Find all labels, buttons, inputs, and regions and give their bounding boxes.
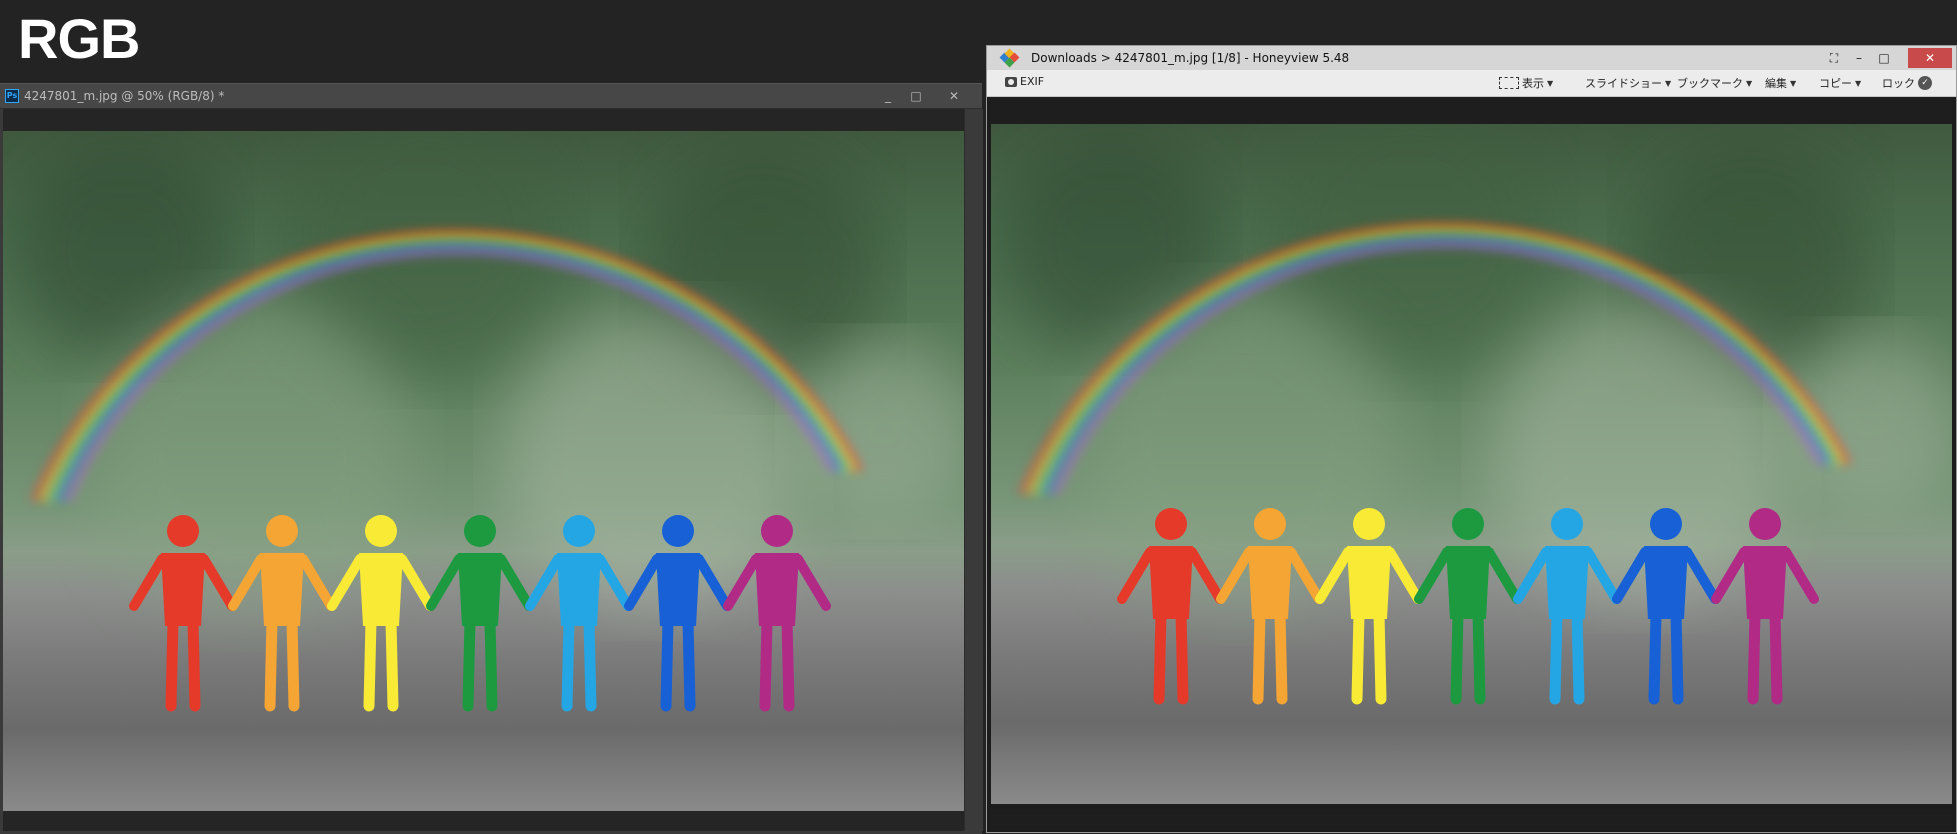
camera-icon [1005,76,1017,87]
photoshop-document-title: 4247801_m.jpg @ 50% (RGB/8) * [24,89,225,103]
photo-scene [13,131,964,712]
rgb-label: RGB [18,7,140,70]
lock-button[interactable]: ロック ✓ [1882,75,1932,91]
minimize-button[interactable]: _ [877,87,899,105]
edit-menu[interactable]: 編集 ▼ [1765,75,1796,91]
fullscreen-button[interactable]: ⛶ [1822,48,1846,68]
photo-canvas[interactable] [991,124,1952,804]
photoshop-window: Ps 4247801_m.jpg @ 50% (RGB/8) * _ □ ✕ [0,83,983,834]
copy-menu[interactable]: コピー ▼ [1819,75,1861,91]
display-size-icon [1499,77,1519,89]
honeyview-logo-icon [999,48,1020,68]
paper-figure [426,515,534,712]
chevron-down-icon: ▼ [1790,78,1797,88]
canvas-padding-bottom [991,809,1952,831]
photo-canvas[interactable] [3,131,964,811]
honeyview-title: Downloads > 4247801_m.jpg [1/8] - Honeyv… [1031,51,1350,65]
slideshow-label: スライドショー [1585,77,1662,90]
chevron-down-icon: ▼ [1855,78,1862,88]
paper-figure [1414,508,1522,705]
slideshow-menu[interactable]: スライドショー ▼ [1585,75,1671,91]
minimize-button[interactable]: – [1847,48,1871,68]
honeyview-window: Downloads > 4247801_m.jpg [1/8] - Honeyv… [986,45,1957,833]
honeyview-toolbar: EXIF 表示 ▼ スライドショー ▼ ブックマーク ▼ 編集 ▼ コピー ▼ … [987,70,1956,97]
bookmark-label: ブックマーク [1677,77,1743,90]
lock-label: ロック [1882,77,1915,90]
chevron-down-icon: ▼ [1746,78,1753,88]
photoshop-app-icon: Ps [5,89,19,103]
display-menu[interactable]: 表示 ▼ [1499,75,1553,91]
chevron-down-icon: ▼ [1665,78,1672,88]
check-icon: ✓ [1918,76,1932,90]
exif-button[interactable]: EXIF [1005,75,1044,88]
copy-label: コピー [1819,77,1852,90]
bookmark-menu[interactable]: ブックマーク ▼ [1677,75,1752,91]
close-button[interactable]: ✕ [1908,48,1952,68]
photo-scene [1001,124,1952,705]
exif-label: EXIF [1020,75,1045,88]
edit-label: 編集 [1765,77,1787,90]
canvas-padding-top [3,109,964,131]
photoshop-titlebar[interactable]: Ps 4247801_m.jpg @ 50% (RGB/8) * _ □ ✕ [0,84,982,109]
display-label: 表示 [1522,77,1544,90]
close-button[interactable]: ✕ [943,87,965,105]
vertical-scrollbar[interactable] [964,109,983,831]
canvas-padding-bottom [3,811,964,831]
chevron-down-icon: ▼ [1547,78,1554,88]
honeyview-titlebar[interactable]: Downloads > 4247801_m.jpg [1/8] - Honeyv… [987,46,1956,70]
canvas-padding-top [991,97,1952,124]
maximize-button[interactable]: □ [905,87,927,105]
maximize-button[interactable]: □ [1872,48,1896,68]
